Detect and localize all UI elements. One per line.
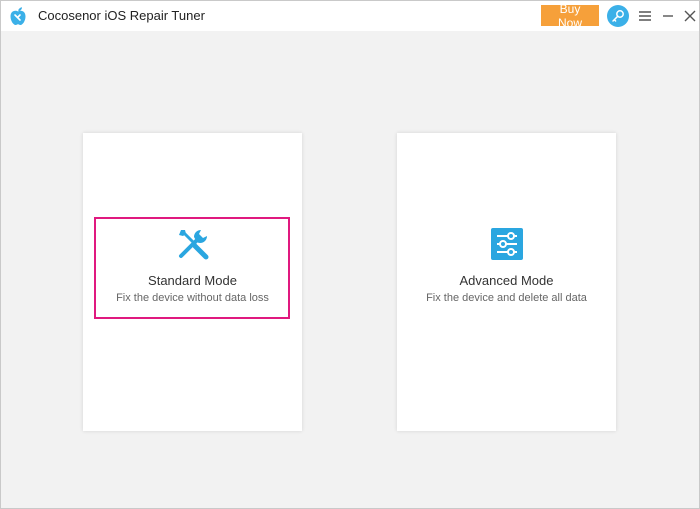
close-icon[interactable] — [683, 9, 697, 23]
advanced-mode-title: Advanced Mode — [459, 273, 554, 288]
app-title: Cocosenor iOS Repair Tuner — [38, 8, 205, 23]
title-bar: Cocosenor iOS Repair Tuner Buy Now — [1, 1, 699, 31]
key-icon — [612, 10, 624, 22]
advanced-mode-description: Fix the device and delete all data — [426, 292, 587, 304]
menu-icon[interactable] — [638, 9, 652, 23]
sliders-icon — [491, 228, 523, 260]
app-window: Cocosenor iOS Repair Tuner Buy Now Stand… — [0, 0, 700, 509]
selection-highlight — [94, 217, 290, 319]
advanced-mode-card[interactable]: Advanced Mode Fix the device and delete … — [397, 133, 616, 431]
buy-now-button[interactable]: Buy Now — [541, 2, 599, 30]
minimize-icon[interactable] — [661, 9, 675, 23]
register-button[interactable] — [607, 5, 629, 27]
apple-logo-icon — [10, 7, 26, 25]
